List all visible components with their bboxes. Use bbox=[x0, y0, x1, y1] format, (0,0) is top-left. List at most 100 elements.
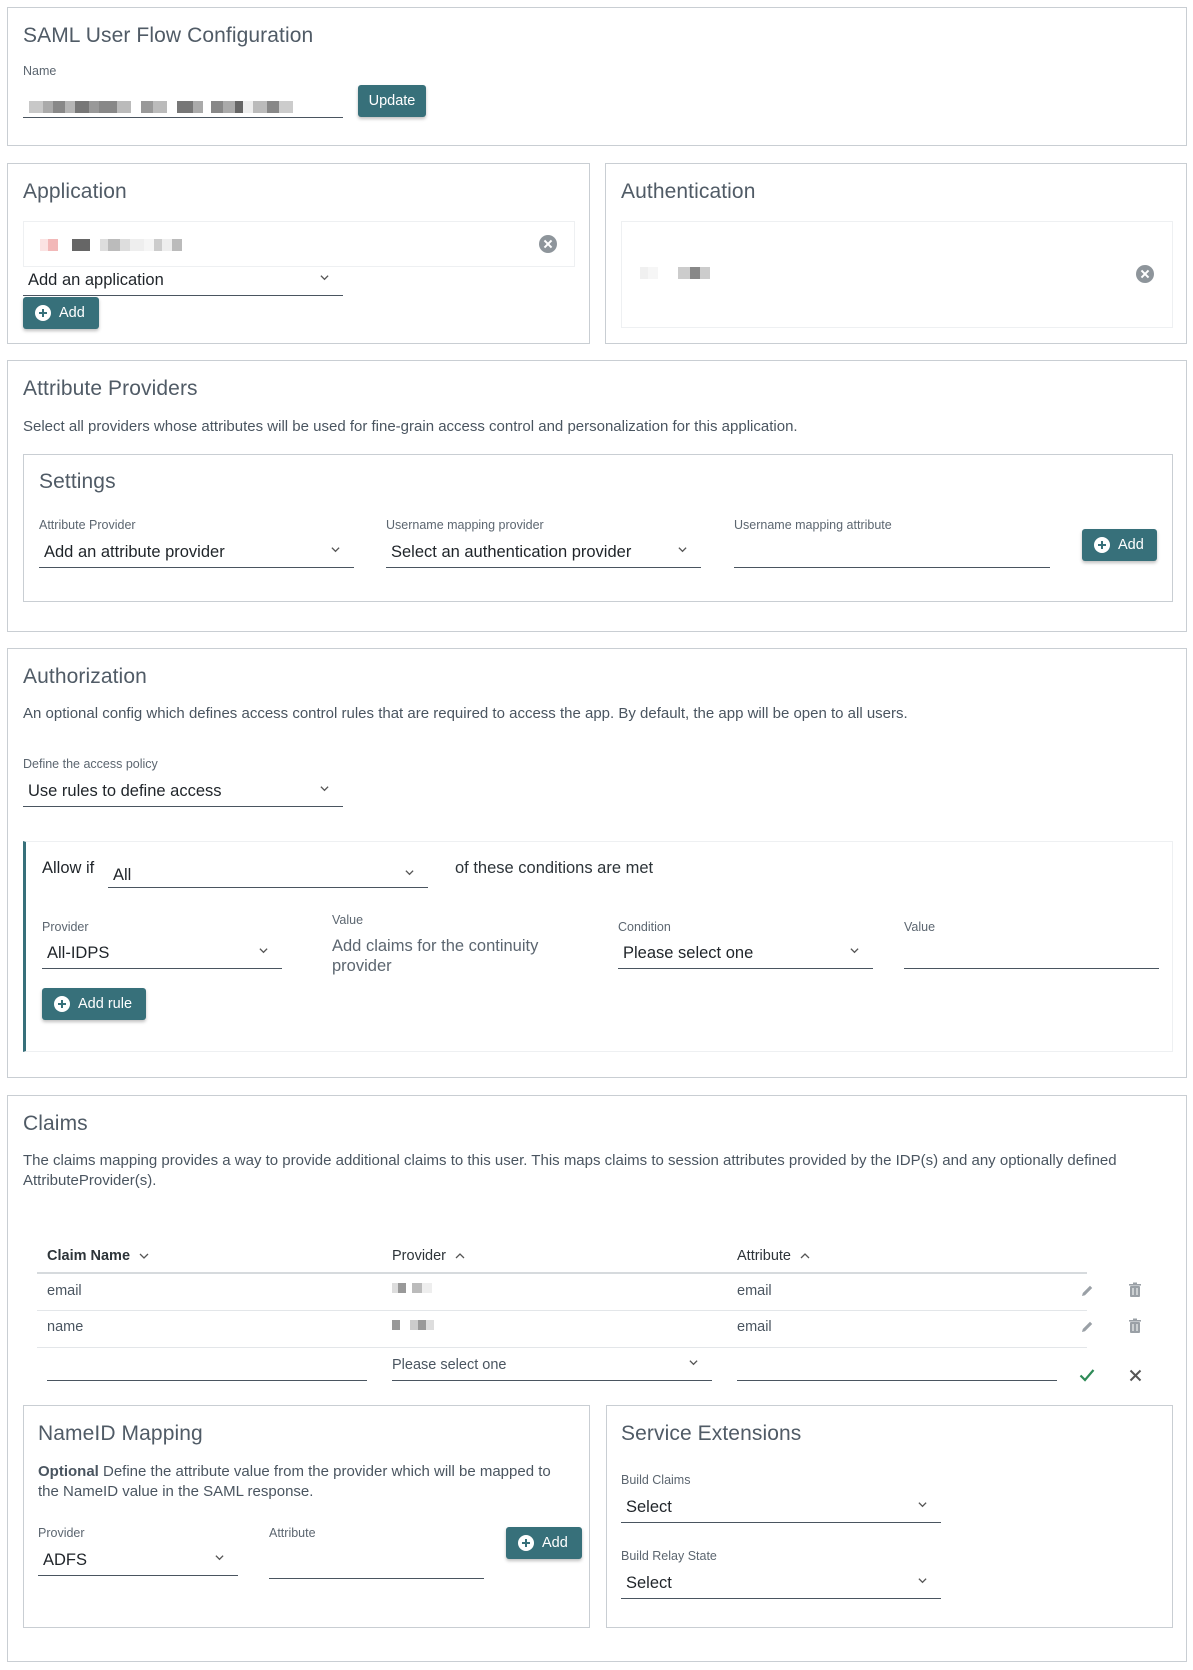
username-provider-value: Select an authentication provider bbox=[391, 543, 632, 561]
nameid-add-label: Add bbox=[542, 1535, 568, 1551]
remove-authentication-icon[interactable] bbox=[1136, 265, 1154, 283]
new-claim-attribute-input[interactable] bbox=[737, 1353, 1057, 1381]
rule-value2-label: Value bbox=[904, 920, 936, 934]
attribute-providers-description: Select all providers whose attributes wi… bbox=[23, 418, 798, 435]
redacted-name bbox=[29, 101, 293, 113]
settings-card: Settings Attribute Provider Add an attri… bbox=[23, 454, 1173, 602]
new-claim-provider-value: Please select one bbox=[392, 1357, 507, 1373]
match-select-value: All bbox=[113, 866, 132, 884]
attribute-provider-select[interactable]: Add an attribute provider bbox=[39, 540, 354, 568]
plus-circle-icon bbox=[35, 305, 51, 321]
flow-config-panel: SAML User Flow Configuration Name Update bbox=[7, 7, 1187, 146]
add-attribute-provider-label: Add bbox=[1118, 537, 1144, 553]
application-title: Application bbox=[23, 180, 127, 203]
nameid-title: NameID Mapping bbox=[38, 1422, 203, 1445]
redacted-authentication bbox=[640, 267, 710, 279]
plus-circle-icon bbox=[54, 996, 70, 1012]
nameid-description: Optional Define the attribute value from… bbox=[38, 1462, 568, 1502]
name-input[interactable] bbox=[23, 90, 343, 118]
rule-card: Allow if All of these conditions are met… bbox=[23, 841, 1173, 1052]
nameid-provider-label: Provider bbox=[38, 1526, 85, 1540]
new-claim-provider-select[interactable]: Please select one bbox=[392, 1353, 712, 1381]
selected-application-card bbox=[23, 221, 575, 267]
row-divider bbox=[37, 1347, 1087, 1348]
service-extensions-title: Service Extensions bbox=[621, 1422, 802, 1445]
authorization-panel: Authorization An optional config which d… bbox=[7, 648, 1187, 1078]
rule-provider-value: All-IDPS bbox=[47, 944, 110, 962]
rule-value-input[interactable] bbox=[904, 941, 1159, 969]
redacted-provider-cell bbox=[392, 1283, 432, 1293]
rule-condition-select[interactable]: Please select one bbox=[618, 941, 873, 969]
remove-application-icon[interactable] bbox=[539, 235, 557, 253]
attribute-cell: email bbox=[737, 1319, 772, 1335]
claim-name-cell: name bbox=[47, 1319, 84, 1335]
column-claim-name-label: Claim Name bbox=[47, 1248, 131, 1264]
service-extensions-card: Service Extensions Build Claims Select B… bbox=[606, 1405, 1173, 1628]
rule-provider-select[interactable]: All-IDPS bbox=[42, 941, 282, 969]
build-relay-select[interactable]: Select bbox=[621, 1571, 941, 1599]
add-application-select-value: Add an application bbox=[28, 271, 164, 289]
chevron-down-icon bbox=[320, 275, 329, 281]
rule-condition-label: Condition bbox=[618, 920, 671, 934]
conditions-text: of these conditions are met bbox=[455, 859, 654, 877]
username-attribute-label: Username mapping attribute bbox=[734, 518, 892, 532]
attribute-cell: email bbox=[737, 1283, 772, 1299]
column-claim-name[interactable]: Claim Name bbox=[47, 1248, 149, 1264]
check-icon[interactable] bbox=[1079, 1368, 1095, 1382]
column-attribute[interactable]: Attribute bbox=[737, 1248, 810, 1264]
chevron-down-icon bbox=[320, 786, 329, 792]
sort-up-icon bbox=[800, 1253, 810, 1259]
chevron-down-icon bbox=[405, 870, 414, 876]
build-relay-value: Select bbox=[626, 1574, 672, 1592]
chevron-down-icon bbox=[850, 948, 859, 954]
access-policy-select[interactable]: Use rules to define access bbox=[23, 779, 343, 807]
new-claim-name-input[interactable] bbox=[47, 1353, 367, 1381]
chevron-down-icon bbox=[678, 547, 687, 553]
nameid-attribute-label: Attribute bbox=[269, 1526, 316, 1540]
trash-icon[interactable] bbox=[1128, 1282, 1142, 1298]
match-select[interactable]: All bbox=[108, 860, 428, 888]
add-rule-button[interactable]: Add rule bbox=[42, 988, 146, 1020]
trash-icon[interactable] bbox=[1128, 1318, 1142, 1334]
page-title: SAML User Flow Configuration bbox=[23, 24, 314, 47]
chevron-down-icon bbox=[689, 1360, 698, 1366]
chevron-down-icon bbox=[259, 948, 268, 954]
nameid-attribute-input[interactable] bbox=[269, 1551, 484, 1579]
nameid-add-button[interactable]: Add bbox=[506, 1527, 582, 1559]
column-provider[interactable]: Provider bbox=[392, 1248, 465, 1264]
add-rule-label: Add rule bbox=[78, 996, 133, 1012]
authentication-panel: Authentication bbox=[605, 163, 1187, 344]
row-divider bbox=[37, 1310, 1087, 1311]
nameid-optional: Optional bbox=[38, 1463, 99, 1480]
chevron-down-icon bbox=[918, 1578, 927, 1584]
redacted-provider-cell bbox=[392, 1320, 434, 1330]
update-button-label: Update bbox=[368, 93, 416, 109]
add-attribute-provider-button[interactable]: Add bbox=[1082, 529, 1157, 561]
username-provider-select[interactable]: Select an authentication provider bbox=[386, 540, 701, 568]
update-button[interactable]: Update bbox=[358, 85, 426, 117]
add-application-select[interactable]: Add an application bbox=[23, 268, 343, 296]
authentication-title: Authentication bbox=[621, 180, 756, 203]
nameid-mapping-card: NameID Mapping Optional Define the attri… bbox=[23, 1405, 590, 1628]
claim-name-cell: email bbox=[47, 1283, 82, 1299]
selected-authentication-card bbox=[621, 221, 1173, 328]
column-attribute-label: Attribute bbox=[737, 1248, 791, 1264]
plus-circle-icon bbox=[1094, 537, 1110, 553]
close-icon[interactable] bbox=[1129, 1369, 1142, 1382]
claims-panel: Claims The claims mapping provides a way… bbox=[7, 1095, 1187, 1662]
pencil-icon[interactable] bbox=[1079, 1283, 1095, 1299]
add-application-button[interactable]: Add bbox=[23, 297, 99, 329]
build-claims-select[interactable]: Select bbox=[621, 1495, 941, 1523]
username-attribute-input[interactable] bbox=[734, 540, 1050, 568]
access-policy-value: Use rules to define access bbox=[28, 782, 222, 800]
username-provider-label: Username mapping provider bbox=[386, 518, 544, 532]
nameid-provider-value: ADFS bbox=[43, 1551, 88, 1569]
build-relay-label: Build Relay State bbox=[621, 1549, 717, 1563]
add-application-button-label: Add bbox=[59, 305, 85, 321]
pencil-icon[interactable] bbox=[1079, 1319, 1095, 1335]
build-claims-value: Select bbox=[626, 1498, 672, 1516]
access-policy-label: Define the access policy bbox=[23, 757, 158, 771]
redacted-application bbox=[40, 239, 182, 251]
attribute-providers-title: Attribute Providers bbox=[23, 377, 198, 400]
nameid-provider-select[interactable]: ADFS bbox=[38, 1548, 238, 1576]
